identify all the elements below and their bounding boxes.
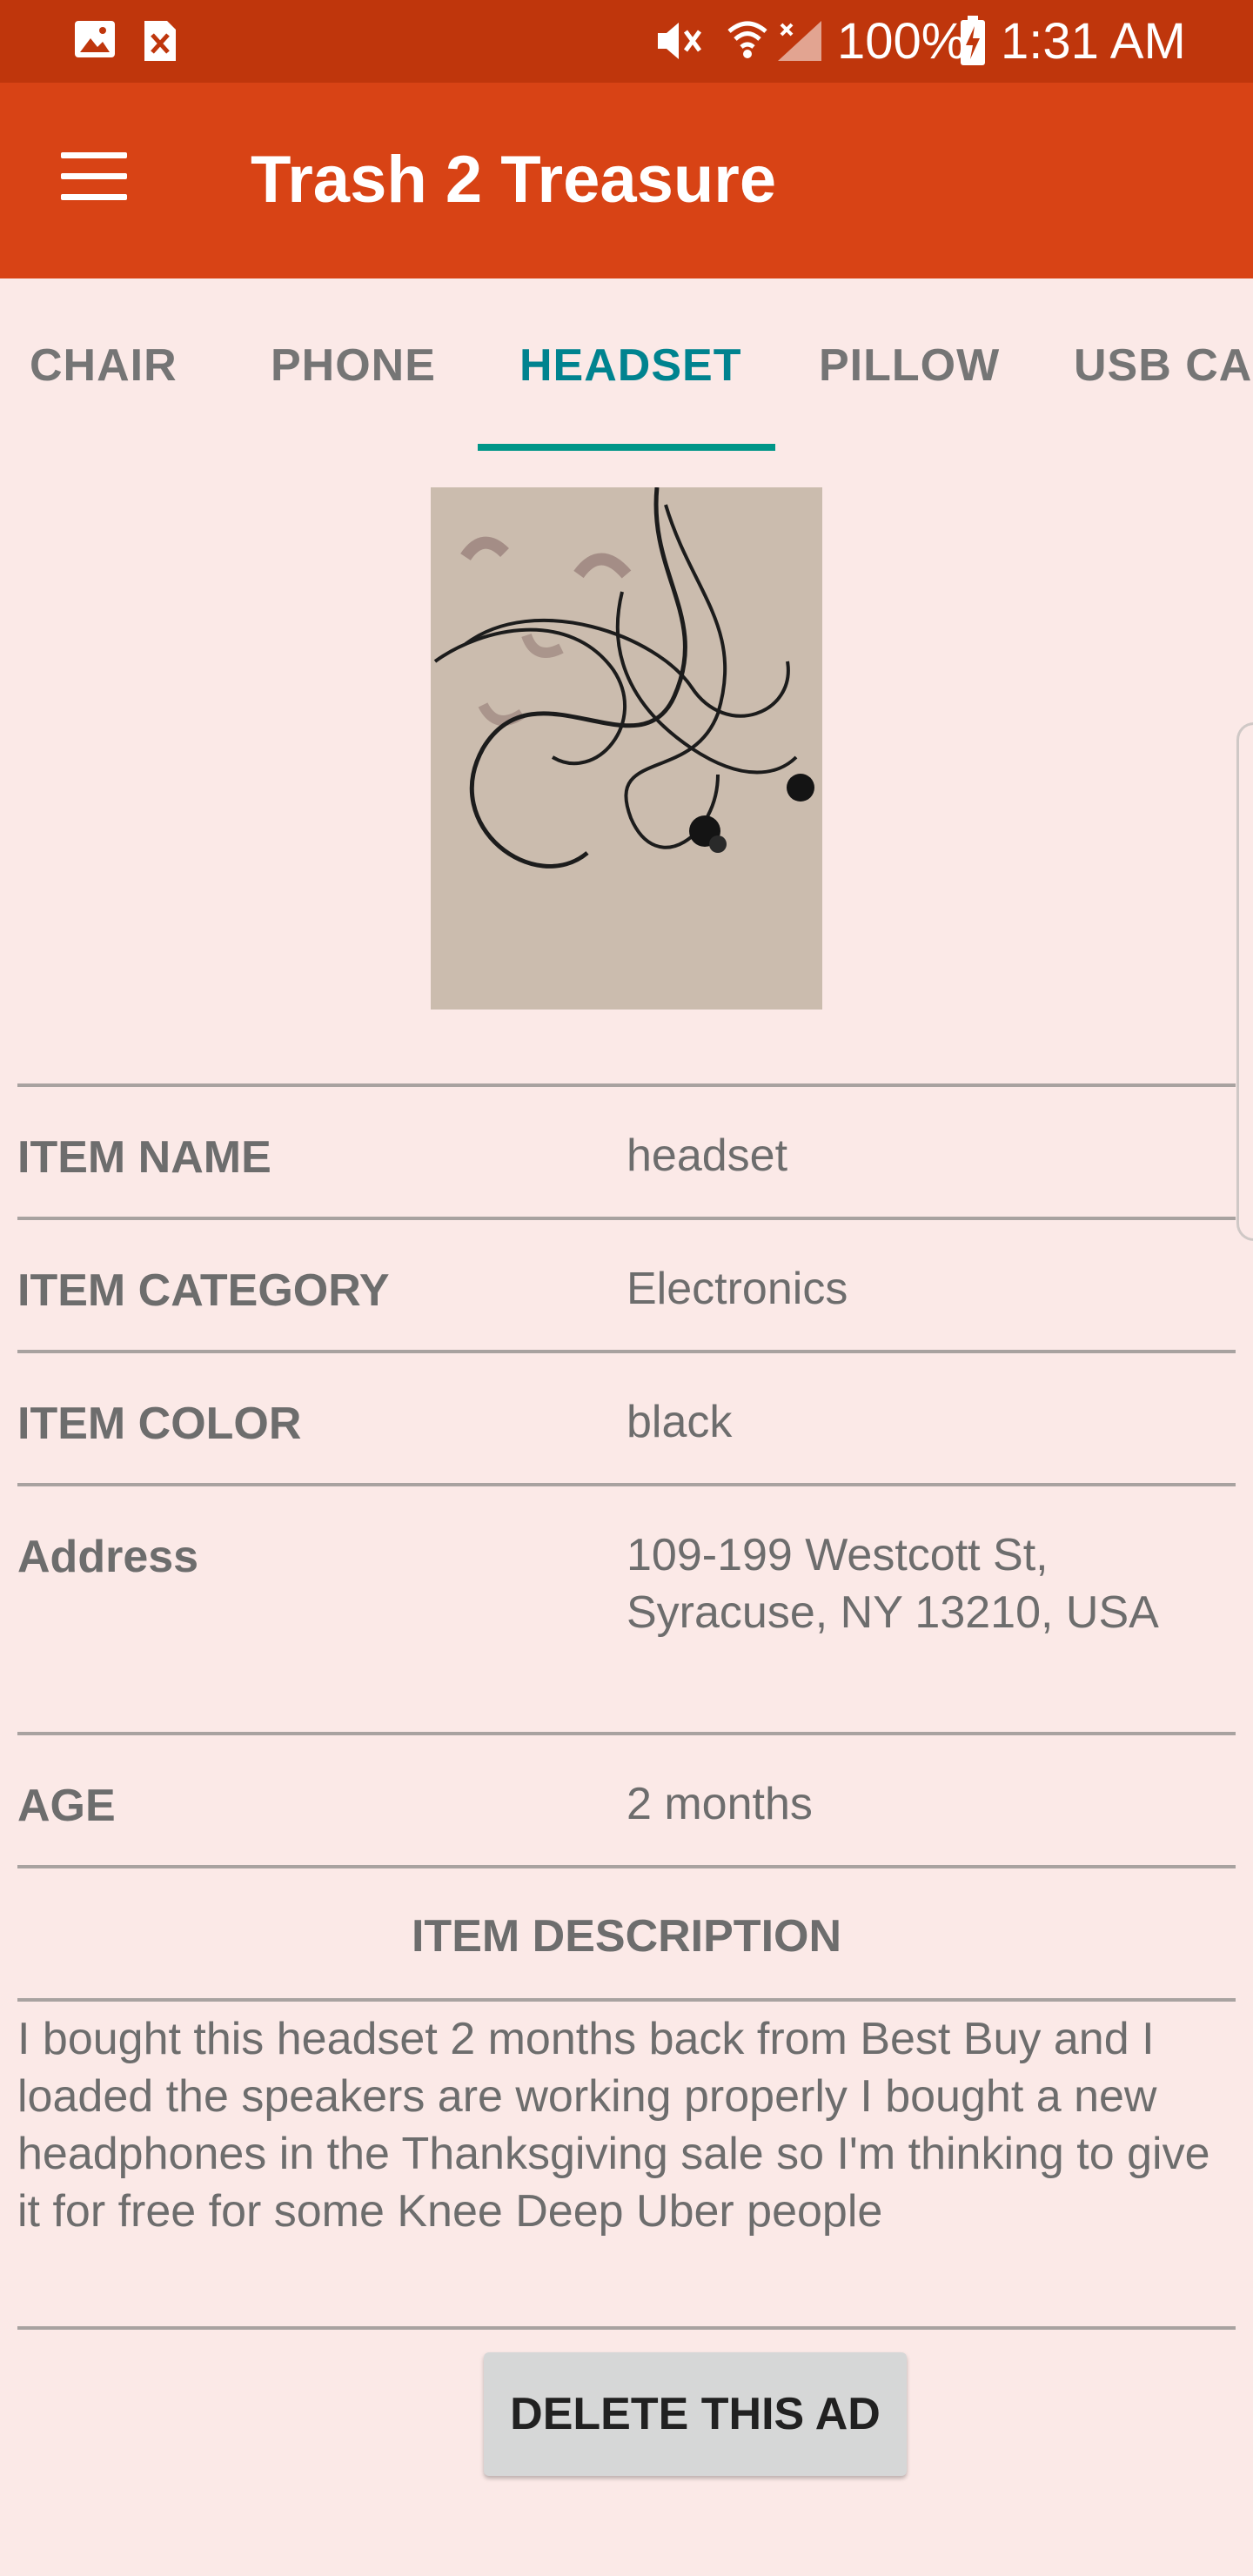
wifi-icon: [727, 21, 767, 58]
divider: [17, 1865, 1236, 1868]
clock: 1:31 AM: [1001, 13, 1186, 70]
item-color-value: black: [626, 1397, 733, 1447]
app-title: Trash 2 Treasure: [251, 143, 777, 217]
divider: [17, 1483, 1236, 1486]
signal-icon: [778, 21, 821, 61]
address-label: Address: [17, 1532, 199, 1582]
item-photo: [431, 487, 822, 1010]
item-name-value: headset: [626, 1130, 788, 1181]
divider: [17, 1732, 1236, 1735]
tab-usb-cable[interactable]: USB CAB: [1074, 339, 1253, 392]
divider: [17, 2326, 1236, 2330]
item-category-label: ITEM CATEGORY: [17, 1265, 390, 1316]
address-line-2: Syracuse, NY 13210, USA: [626, 1587, 1159, 1638]
divider: [17, 1998, 1236, 2002]
battery-charging-icon: [961, 16, 985, 65]
age-label: AGE: [17, 1781, 116, 1831]
address-line-1: 109-199 Westcott St,: [626, 1530, 1049, 1580]
item-name-label: ITEM NAME: [17, 1132, 271, 1183]
battery-percentage: 100%: [837, 13, 967, 70]
delete-ad-button[interactable]: DELETE THIS AD: [484, 2352, 907, 2476]
divider: [17, 1350, 1236, 1353]
item-description-title: ITEM DESCRIPTION: [411, 1911, 842, 1962]
age-value: 2 months: [626, 1779, 813, 1829]
item-category-value: Electronics: [626, 1264, 848, 1314]
hamburger-menu-icon[interactable]: [61, 152, 131, 205]
active-tab-indicator: [478, 444, 775, 451]
mute-icon: [658, 23, 702, 59]
category-tabs: CHAIR PHONE HEADSET PILLOW USB CAB: [0, 278, 1253, 453]
item-description-text: I bought this headset 2 months back from…: [17, 2014, 1210, 2237]
gallery-icon: [75, 21, 115, 57]
close-notification-icon: [144, 21, 176, 61]
tab-chair[interactable]: CHAIR: [30, 339, 178, 392]
tab-pillow[interactable]: PILLOW: [819, 339, 1000, 392]
edge-panel-handle[interactable]: [1236, 722, 1253, 1241]
tab-headset[interactable]: HEADSET: [519, 339, 741, 392]
status-bar: 100% 1:31 AM: [0, 0, 1253, 83]
divider: [17, 1083, 1236, 1087]
divider: [17, 1217, 1236, 1220]
item-color-label: ITEM COLOR: [17, 1399, 302, 1449]
tab-phone[interactable]: PHONE: [271, 339, 436, 392]
app-bar: Trash 2 Treasure: [0, 83, 1253, 278]
